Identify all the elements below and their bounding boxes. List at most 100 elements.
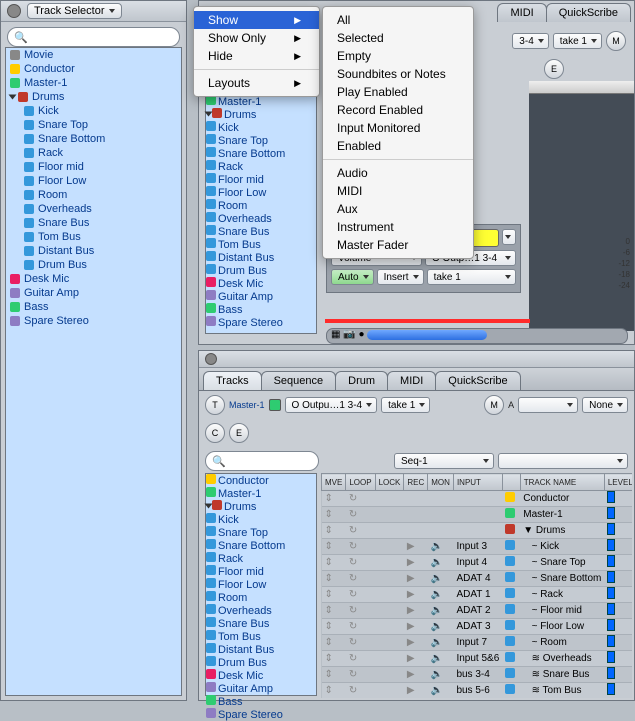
rec-icon[interactable] — [404, 491, 428, 507]
search-input[interactable] — [32, 29, 213, 46]
move-handle-icon[interactable]: ⇕ — [322, 603, 346, 619]
track-tree-row[interactable]: Overheads — [206, 604, 316, 617]
track-tree-row[interactable]: Master-1 — [6, 76, 181, 90]
tab-quickscribe[interactable]: QuickScribe — [546, 3, 631, 22]
t-button[interactable]: T — [205, 395, 225, 415]
track-name-cell[interactable]: ▼ Drums — [520, 523, 604, 539]
track-tree-row[interactable]: Distant Bus — [6, 244, 181, 258]
lock-cell[interactable] — [375, 667, 404, 683]
input-cell[interactable] — [453, 507, 502, 523]
move-handle-icon[interactable]: ⇕ — [322, 539, 346, 555]
disclosure-triangle-icon[interactable] — [9, 95, 17, 100]
rec-icon[interactable]: ▶ — [404, 635, 428, 651]
mon-icon[interactable] — [428, 507, 454, 523]
rec-icon[interactable]: ▶ — [404, 603, 428, 619]
track-tree-row[interactable]: Snare Top — [206, 526, 316, 539]
input-cell[interactable]: ADAT 1 — [453, 587, 502, 603]
track-tree-row[interactable]: Distant Bus — [206, 251, 316, 264]
rec-icon[interactable] — [404, 523, 428, 539]
track-tree-row[interactable]: Floor Low — [206, 578, 316, 591]
menu-item-instrument[interactable]: Instrument — [323, 218, 473, 236]
track-tree-row[interactable]: Desk Mic — [206, 277, 316, 290]
track-tree-row[interactable]: Snare Top — [6, 118, 181, 132]
track-tree[interactable]: MovieConductorMaster-1DrumsKickSnare Top… — [5, 47, 182, 696]
loop-icon[interactable]: ↻ — [346, 555, 375, 571]
track-name-cell[interactable]: ≋ Snare Bus — [520, 667, 604, 683]
track-tree-row[interactable]: Snare Bus — [206, 617, 316, 630]
table-row[interactable]: ⇕↻▶🔈ADAT 2 ~ Floor mid — [322, 603, 633, 619]
insert-select[interactable]: Insert — [377, 269, 424, 285]
track-tree-row[interactable]: Room — [206, 591, 316, 604]
rec-icon[interactable]: ▶ — [404, 571, 428, 587]
tab-drum[interactable]: Drum — [335, 371, 388, 390]
table-row[interactable]: ⇕↻Master-1 — [322, 507, 633, 523]
disclosure-triangle-icon[interactable] — [205, 112, 213, 117]
output-select[interactable]: 3-4 — [512, 33, 548, 49]
loop-icon[interactable]: ↻ — [346, 507, 375, 523]
track-tree-row[interactable]: Tom Bus — [206, 238, 316, 251]
move-handle-icon[interactable]: ⇕ — [322, 491, 346, 507]
track-tree-row[interactable]: Guitar Amp — [206, 290, 316, 303]
track-tree-row[interactable]: Desk Mic — [206, 669, 316, 682]
input-cell[interactable]: ADAT 2 — [453, 603, 502, 619]
track-name-cell[interactable]: Master-1 — [520, 507, 604, 523]
track-tree-row[interactable]: Overheads — [6, 202, 181, 216]
move-handle-icon[interactable]: ⇕ — [322, 619, 346, 635]
output-select-3[interactable]: O Outpu…1 3-4 — [285, 397, 378, 413]
mon-icon[interactable]: 🔈 — [428, 683, 454, 699]
track-tree-row[interactable]: Guitar Amp — [206, 682, 316, 695]
lock-cell[interactable] — [375, 651, 404, 667]
menu-item-play-enabled[interactable]: Play Enabled — [323, 83, 473, 101]
menu-item-empty[interactable]: Empty — [323, 47, 473, 65]
take-select[interactable]: take 1 — [553, 33, 602, 49]
context-submenu[interactable]: AllSelectedEmptySoundbites or NotesPlay … — [322, 6, 474, 259]
track-tree-row[interactable]: Floor Low — [6, 174, 181, 188]
move-handle-icon[interactable]: ⇕ — [322, 571, 346, 587]
table-row[interactable]: ⇕↻▶🔈bus 3-4 ≋ Snare Bus — [322, 667, 633, 683]
track-name-cell[interactable]: ~ Kick — [520, 539, 604, 555]
input-cell[interactable]: Input 7 — [453, 635, 502, 651]
rec-icon[interactable]: ▶ — [404, 683, 428, 699]
input-cell[interactable]: bus 3-4 — [453, 667, 502, 683]
horizontal-scrollbar[interactable]: ▦ 📷 ● — [326, 328, 628, 344]
track-tree-row[interactable]: Floor mid — [206, 173, 316, 186]
track-tree-row[interactable]: Guitar Amp — [6, 286, 181, 300]
track-tree-row[interactable]: Rack — [6, 146, 181, 160]
take-select-2[interactable]: take 1 — [427, 269, 516, 285]
loop-icon[interactable]: ↻ — [346, 571, 375, 587]
rec-icon[interactable]: ▶ — [404, 651, 428, 667]
input-cell[interactable] — [453, 523, 502, 539]
table-row[interactable]: ⇕↻▶🔈ADAT 3 ~ Floor Low — [322, 619, 633, 635]
lock-cell[interactable] — [375, 507, 404, 523]
track-tree-row[interactable]: Spare Stereo — [206, 708, 316, 721]
column-header[interactable]: LOCK — [375, 474, 404, 491]
lock-cell[interactable] — [375, 555, 404, 571]
lock-cell[interactable] — [375, 683, 404, 699]
column-header[interactable]: REC — [404, 474, 428, 491]
tab-midi[interactable]: MIDI — [387, 371, 436, 390]
table-row[interactable]: ⇕↻▶🔈bus 5-6 ≋ Tom Bus — [322, 683, 633, 699]
track-menu-icon[interactable] — [502, 229, 516, 245]
track-name-cell[interactable]: ~ Floor mid — [520, 603, 604, 619]
table-row[interactable]: ⇕↻▶🔈Input 5&6 ≋ Overheads — [322, 651, 633, 667]
input-cell[interactable]: Input 5&6 — [453, 651, 502, 667]
track-tree-row[interactable]: Room — [6, 188, 181, 202]
mon-icon[interactable]: 🔈 — [428, 619, 454, 635]
mon-icon[interactable]: 🔈 — [428, 651, 454, 667]
move-handle-icon[interactable]: ⇕ — [322, 555, 346, 571]
menu-item-audio[interactable]: Audio — [323, 164, 473, 182]
track-name-cell[interactable]: ~ Rack — [520, 587, 604, 603]
column-header[interactable]: MON — [428, 474, 454, 491]
mon-icon[interactable]: 🔈 — [428, 603, 454, 619]
close-icon-2[interactable] — [205, 353, 217, 365]
a-select[interactable] — [518, 397, 578, 413]
track-name-cell[interactable]: Conductor — [520, 491, 604, 507]
track-tree-row[interactable]: Room — [206, 199, 316, 212]
menu-item-soundbites-or-notes[interactable]: Soundbites or Notes — [323, 65, 473, 83]
mon-icon[interactable]: 🔈 — [428, 539, 454, 555]
mon-icon[interactable]: 🔈 — [428, 555, 454, 571]
column-header[interactable] — [502, 474, 520, 491]
rec-icon[interactable] — [404, 507, 428, 523]
mon-icon[interactable]: 🔈 — [428, 571, 454, 587]
track-name-cell[interactable]: ~ Room — [520, 635, 604, 651]
